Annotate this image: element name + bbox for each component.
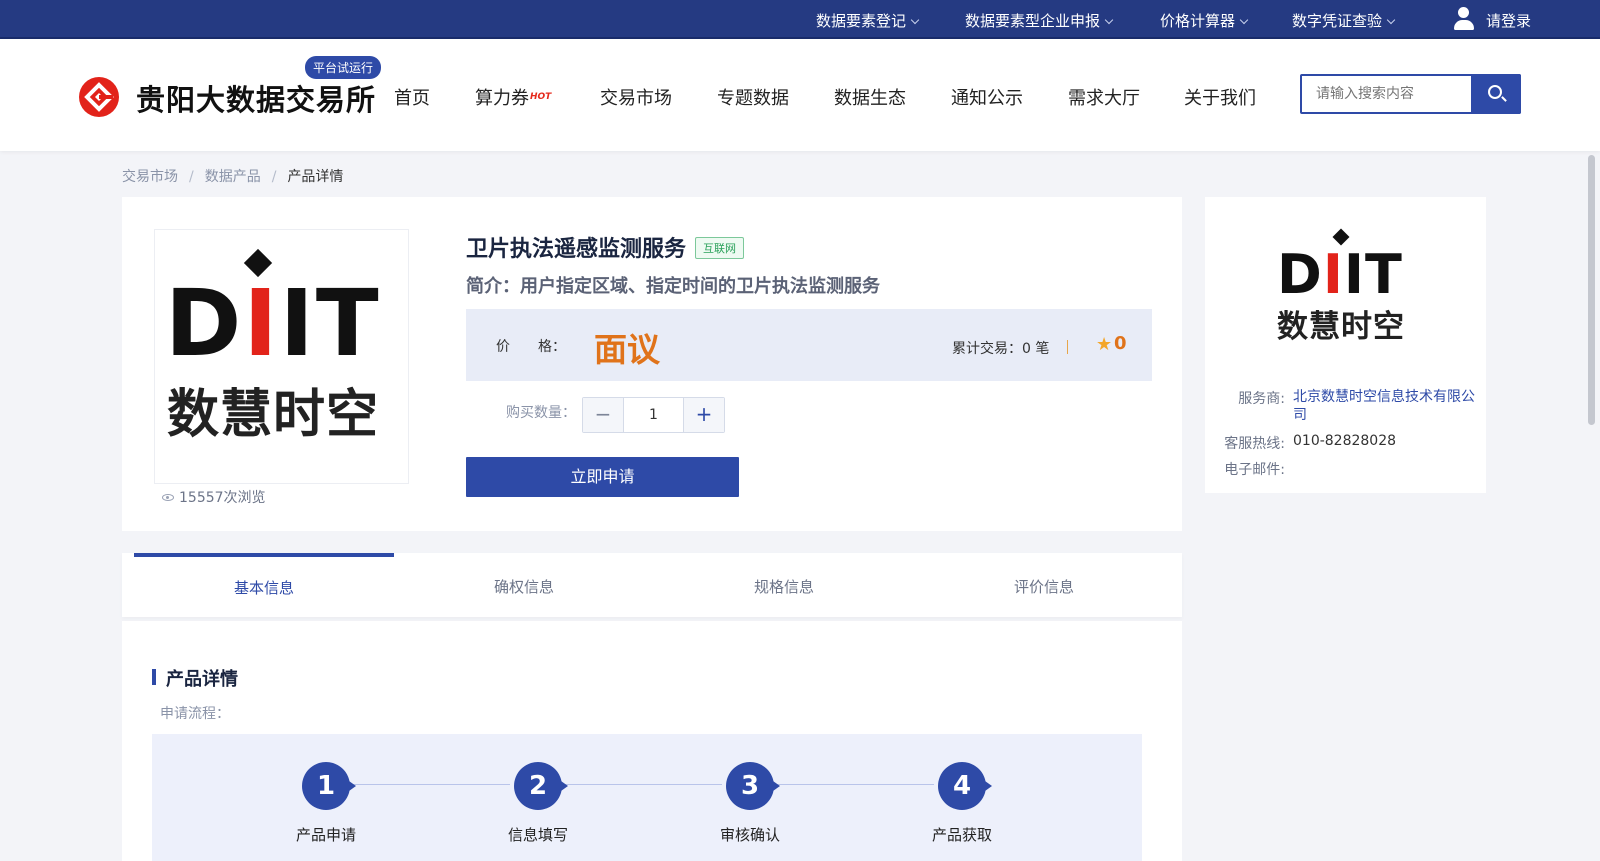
eye-icon [162, 494, 174, 501]
hot-badge: HOT [530, 92, 552, 102]
nav-topic-data[interactable]: 专题数据 [717, 84, 789, 110]
divider [1067, 340, 1068, 354]
topbar-certificate-check[interactable]: 数字凭证查验 [1292, 10, 1396, 31]
price-value: 面议 [594, 330, 660, 369]
breadcrumb-current: 产品详情 [287, 169, 344, 185]
step-1-icon: 1 [302, 762, 356, 810]
trial-badge: 平台试运行 [305, 56, 382, 79]
section-title: 产品详情 [152, 665, 238, 691]
chevron-down-icon [1104, 15, 1114, 25]
step-4-icon: 4 [938, 762, 992, 810]
product-logo-sub: 数慧时空 [167, 385, 380, 445]
chevron-down-icon [910, 15, 920, 25]
process-steps: 1 产品申请 2 信息填写 3 审核确认 4 产品获取 [152, 734, 1142, 861]
breadcrumb-data-products[interactable]: 数据产品 [205, 169, 261, 185]
nav-compute-voucher[interactable]: 算力券 [475, 84, 529, 110]
nav-data-ecosystem[interactable]: 数据生态 [834, 84, 906, 110]
provider-hotline: 010-82828028 [1293, 433, 1397, 449]
tab-basic-info[interactable]: 基本信息 [134, 553, 394, 617]
search-box [1300, 74, 1521, 114]
rating-value: 0 [1114, 333, 1127, 354]
product-logo-brand: DIIT [165, 270, 381, 377]
site-title[interactable]: 贵阳大数据交易所 [136, 77, 376, 119]
chevron-down-icon [1386, 15, 1396, 25]
nav-trading-market[interactable]: 交易市场 [600, 84, 672, 110]
provider-logo-brand: DIIT [1277, 243, 1403, 306]
step-1-label: 产品申请 [295, 826, 356, 844]
product-image: DIIT 数慧时空 [154, 229, 409, 484]
topbar-enterprise-declaration[interactable]: 数据要素型企业申报 [965, 10, 1114, 31]
breadcrumb-trading-market[interactable]: 交易市场 [122, 169, 178, 185]
step-4-label: 产品获取 [931, 826, 992, 844]
category-tag: 互联网 [695, 237, 744, 259]
user-icon[interactable] [1452, 6, 1476, 32]
nav-about-us[interactable]: 关于我们 [1184, 84, 1256, 110]
product-details: 产品详情 申请流程： 1 产品申请 2 信息填写 3 审核确认 4 产品获取 [122, 621, 1182, 861]
product-title: 卫片执法遥感监测服务 [466, 237, 687, 262]
quantity-label: 购买数量： [506, 405, 576, 421]
provider-name-link[interactable]: 北京数慧时空信息技术有限公司 [1293, 388, 1478, 424]
quantity-stepper: − 1 + [582, 397, 725, 433]
topbar-data-registration[interactable]: 数据要素登记 [816, 10, 920, 31]
search-input[interactable] [1302, 76, 1470, 112]
process-label: 申请流程： [160, 706, 230, 722]
nav-home[interactable]: 首页 [394, 84, 430, 110]
exchange-logo-icon[interactable] [79, 77, 119, 117]
product-intro: 简介：用户指定区域、指定时间的卫片执法监测服务 [466, 276, 880, 297]
provider-logo: DIIT 数慧时空 [1267, 227, 1427, 357]
view-count: 15557次浏览 [162, 487, 266, 507]
step-2-label: 信息填写 [507, 826, 568, 844]
quantity-decrease-button[interactable]: − [583, 398, 624, 432]
trade-count: 累计交易：0 笔 [952, 341, 1050, 357]
nav-demand-hall[interactable]: 需求大厅 [1068, 84, 1140, 110]
step-3-icon: 3 [726, 762, 780, 810]
page-scrollbar[interactable] [1588, 155, 1595, 425]
tab-ownership-info[interactable]: 确权信息 [394, 553, 654, 617]
quantity-input[interactable]: 1 [624, 398, 683, 432]
apply-button[interactable]: 立即申请 [466, 457, 739, 497]
step-3-label: 审核确认 [719, 826, 780, 844]
breadcrumb: 交易市场 / 数据产品 / 产品详情 [122, 169, 344, 185]
step-2-icon: 2 [514, 762, 568, 810]
chevron-down-icon [1239, 15, 1249, 25]
price-panel: 价 格： 面议 累计交易：0 笔 ★ 0 [466, 309, 1152, 381]
info-tabs: 基本信息 确权信息 规格信息 评价信息 [122, 553, 1182, 617]
login-link[interactable]: 请登录 [1486, 10, 1531, 31]
product-card: DIIT 数慧时空 15557次浏览 卫片执法遥感监测服务 互联网 简介：用户指… [122, 197, 1182, 531]
star-icon: ★ [1096, 334, 1113, 355]
tab-spec-info[interactable]: 规格信息 [654, 553, 914, 617]
provider-card: DIIT 数慧时空 服务商: 北京数慧时空信息技术有限公司 客服热线: 010-… [1205, 197, 1486, 493]
topbar-price-calculator[interactable]: 价格计算器 [1160, 10, 1249, 31]
price-label: 价 格： [496, 339, 566, 355]
top-bar: 数据要素登记 数据要素型企业申报 价格计算器 数字凭证查验 请登录 [0, 0, 1600, 39]
quantity-increase-button[interactable]: + [683, 398, 724, 432]
search-button[interactable] [1471, 74, 1521, 114]
main-header: 贵阳大数据交易所 平台试运行 首页 算力券 HOT 交易市场 专题数据 数据生态… [0, 39, 1600, 151]
nav-notices[interactable]: 通知公示 [951, 84, 1023, 110]
provider-name-row: 服务商: 北京数慧时空信息技术有限公司 [1205, 388, 1486, 428]
provider-logo-sub: 数慧时空 [1277, 309, 1405, 345]
tab-review-info[interactable]: 评价信息 [914, 553, 1174, 617]
